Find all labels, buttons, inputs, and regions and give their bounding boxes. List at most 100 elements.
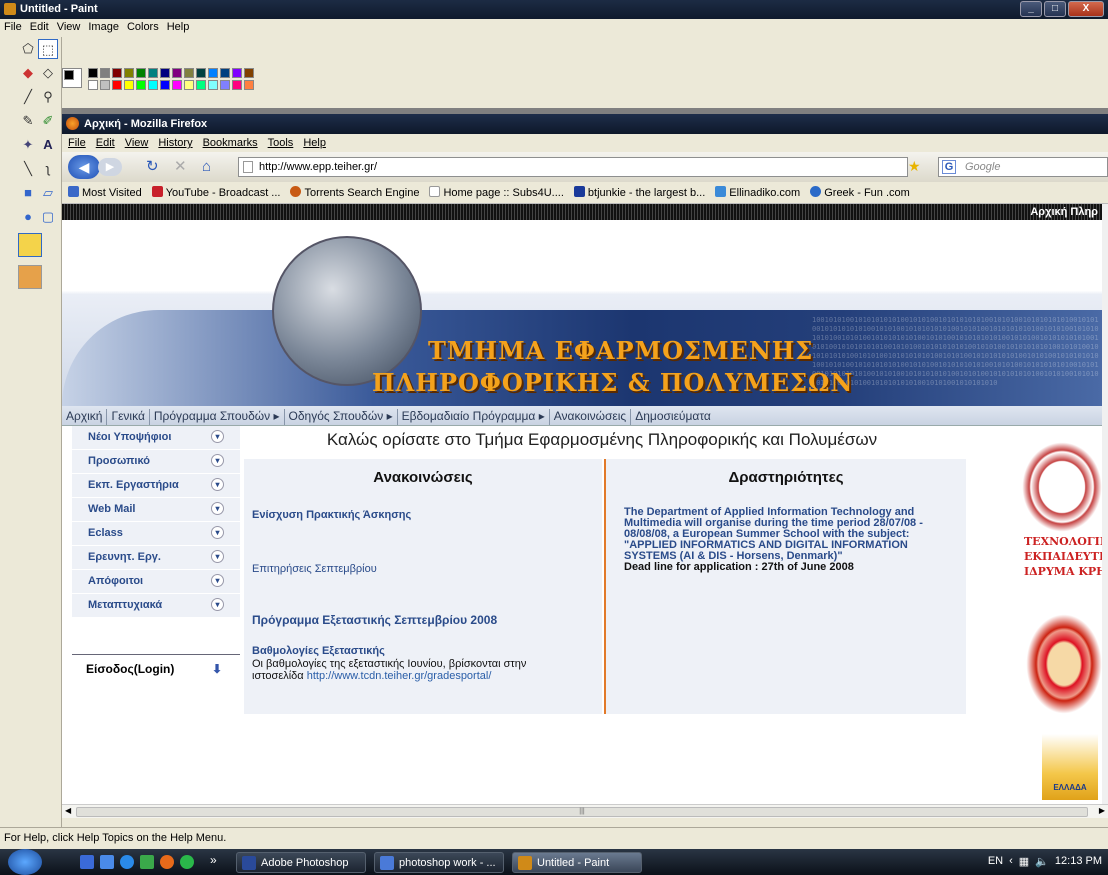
palette-swatch[interactable]: [112, 68, 122, 78]
rounded-rect-icon[interactable]: ▢: [38, 207, 58, 227]
palette-swatch[interactable]: [184, 80, 194, 90]
bookmark-item[interactable]: Greek - Fun .com: [810, 186, 910, 199]
free-select-icon[interactable]: ⬠: [18, 39, 38, 59]
palette-swatch[interactable]: [208, 80, 218, 90]
line-icon[interactable]: ╲: [18, 159, 38, 179]
menu-file[interactable]: File: [4, 21, 22, 35]
curve-icon[interactable]: ʅ: [38, 159, 58, 179]
palette-swatch[interactable]: [196, 80, 206, 90]
ie-icon[interactable]: [120, 855, 134, 869]
palette-swatch[interactable]: [160, 80, 170, 90]
sidebar-item[interactable]: Απόφοιτοι ▾: [72, 570, 240, 594]
messenger-icon[interactable]: [140, 855, 154, 869]
palette-swatch[interactable]: [148, 80, 158, 90]
palette-swatch[interactable]: [172, 68, 182, 78]
pencil-icon[interactable]: ✎: [18, 111, 38, 131]
palette-swatch[interactable]: [232, 80, 242, 90]
ff-menu-help[interactable]: Help: [303, 137, 326, 149]
language-indicator[interactable]: EN: [988, 855, 1003, 875]
announcement-link[interactable]: Πρόγραμμα Εξεταστικής Σεπτεμβρίου 2008: [252, 613, 497, 627]
nav-study-guide[interactable]: Οδηγός Σπουδών ▸: [285, 409, 398, 425]
palette-swatch[interactable]: [100, 68, 110, 78]
draw-opaque-option-icon[interactable]: [18, 265, 42, 289]
bookmark-item[interactable]: YouTube - Broadcast ...: [151, 186, 280, 199]
menu-view[interactable]: View: [57, 21, 81, 35]
palette-swatch[interactable]: [136, 80, 146, 90]
bookmark-item[interactable]: Home page :: Subs4U....: [429, 186, 564, 199]
maximize-button[interactable]: □: [1044, 1, 1066, 17]
fill-bucket-icon[interactable]: ◇: [38, 63, 58, 83]
draw-transparent-option-icon[interactable]: [18, 233, 42, 257]
eraser-icon[interactable]: ◆: [18, 63, 38, 83]
palette-swatch[interactable]: [136, 68, 146, 78]
sidebar-item[interactable]: Ερευνητ. Εργ. ▾: [72, 546, 240, 570]
pasted-firefox-screenshot[interactable]: Αρχική - Mozilla Firefox File Edit View …: [62, 114, 1108, 818]
network-icon[interactable]: ▦: [1019, 855, 1029, 875]
login-link[interactable]: Είσοδος(Login) ⬇: [72, 654, 240, 680]
nav-general[interactable]: Γενικά: [107, 409, 150, 425]
ff-menu-view[interactable]: View: [125, 137, 149, 149]
ellipse-icon[interactable]: ●: [18, 207, 38, 227]
ff-menu-bookmarks[interactable]: Bookmarks: [203, 137, 258, 149]
task-photoshop[interactable]: Adobe Photoshop: [236, 852, 366, 873]
palette-swatch[interactable]: [244, 68, 254, 78]
palette-swatch[interactable]: [88, 80, 98, 90]
palette-swatch[interactable]: [124, 68, 134, 78]
task-photoshop-work[interactable]: photoshop work - ...: [374, 852, 504, 873]
sidebar-item[interactable]: Νέοι Υποψήφιοι ▾: [72, 426, 240, 450]
research-center-logo[interactable]: [1026, 614, 1102, 714]
nav-home[interactable]: Αρχική: [62, 409, 108, 425]
bookmark-item[interactable]: Torrents Search Engine: [290, 186, 419, 199]
rect-select-icon[interactable]: ⬚: [38, 39, 58, 59]
vertical-scrollbar[interactable]: [1102, 204, 1108, 804]
minimize-button[interactable]: _: [1020, 1, 1042, 17]
start-button[interactable]: [8, 849, 42, 875]
switch-windows-icon[interactable]: [100, 855, 114, 869]
nav-weekly-schedule[interactable]: Εβδομαδιαίο Πρόγραμμα ▸: [398, 409, 550, 425]
close-button[interactable]: X: [1068, 1, 1104, 17]
stop-icon[interactable]: ✕: [174, 158, 187, 176]
sidebar-item[interactable]: Εκπ. Εργαστήρια ▾: [72, 474, 240, 498]
tei-crete-logo[interactable]: [1022, 442, 1102, 532]
top-links[interactable]: Αρχική Πληρ: [1030, 206, 1098, 218]
nav-publications[interactable]: Δημοσιεύματα: [631, 409, 715, 425]
announcement-link[interactable]: Ενίσχυση Πρακτικής Άσκησης: [252, 509, 411, 521]
nav-announcements[interactable]: Ανακοινώσεις: [550, 409, 632, 425]
palette-swatch[interactable]: [244, 80, 254, 90]
horizontal-scrollbar[interactable]: ◀ ||| ▶: [62, 804, 1108, 818]
airbrush-icon[interactable]: ✦: [18, 135, 38, 155]
palette-swatch[interactable]: [148, 68, 158, 78]
app-quicklaunch-icon[interactable]: [180, 855, 194, 869]
back-icon[interactable]: ◀: [68, 155, 100, 179]
bookmark-item[interactable]: Ellinadiko.com: [715, 186, 800, 199]
ff-menu-edit[interactable]: Edit: [96, 137, 115, 149]
star-icon[interactable]: ★: [908, 158, 921, 175]
scroll-right-icon[interactable]: ▶: [1099, 806, 1105, 815]
sidebar-item[interactable]: Web Mail ▾: [72, 498, 240, 522]
nav-curriculum[interactable]: Πρόγραμμα Σπουδών ▸: [150, 409, 285, 425]
activity-link[interactable]: The Department of Applied Information Te…: [624, 506, 923, 562]
url-bar[interactable]: http://www.epp.teiher.gr/: [238, 157, 908, 177]
magnifier-icon[interactable]: ⚲: [38, 87, 58, 107]
palette-swatch[interactable]: [160, 68, 170, 78]
palette-swatch[interactable]: [220, 80, 230, 90]
palette-swatch[interactable]: [100, 80, 110, 90]
greece-program-logo[interactable]: ΕΛΛΑΔΑ: [1042, 734, 1098, 800]
ff-menu-tools[interactable]: Tools: [268, 137, 294, 149]
scrollbar-thumb[interactable]: |||: [76, 807, 1088, 817]
firefox-quicklaunch-icon[interactable]: [160, 855, 174, 869]
bookmark-item[interactable]: btjunkie - the largest b...: [573, 186, 705, 199]
text-tool-icon[interactable]: A: [38, 135, 58, 155]
menu-colors[interactable]: Colors: [127, 21, 159, 35]
menu-edit[interactable]: Edit: [30, 21, 49, 35]
palette-swatch[interactable]: [112, 80, 122, 90]
quicklaunch-more-icon[interactable]: »: [210, 853, 217, 867]
grades-portal-link[interactable]: http://www.tcdn.teiher.gr/gradesportal/: [307, 670, 492, 682]
palette-swatch[interactable]: [184, 68, 194, 78]
brush-icon[interactable]: ✐: [38, 111, 58, 131]
palette-swatch[interactable]: [88, 68, 98, 78]
rectangle-icon[interactable]: ■: [18, 183, 38, 203]
sidebar-item[interactable]: Μεταπτυχιακά ▾: [72, 594, 240, 618]
search-input[interactable]: G Google: [938, 157, 1108, 177]
announcement-link[interactable]: Βαθμολογίες Εξεταστικής: [252, 645, 385, 657]
